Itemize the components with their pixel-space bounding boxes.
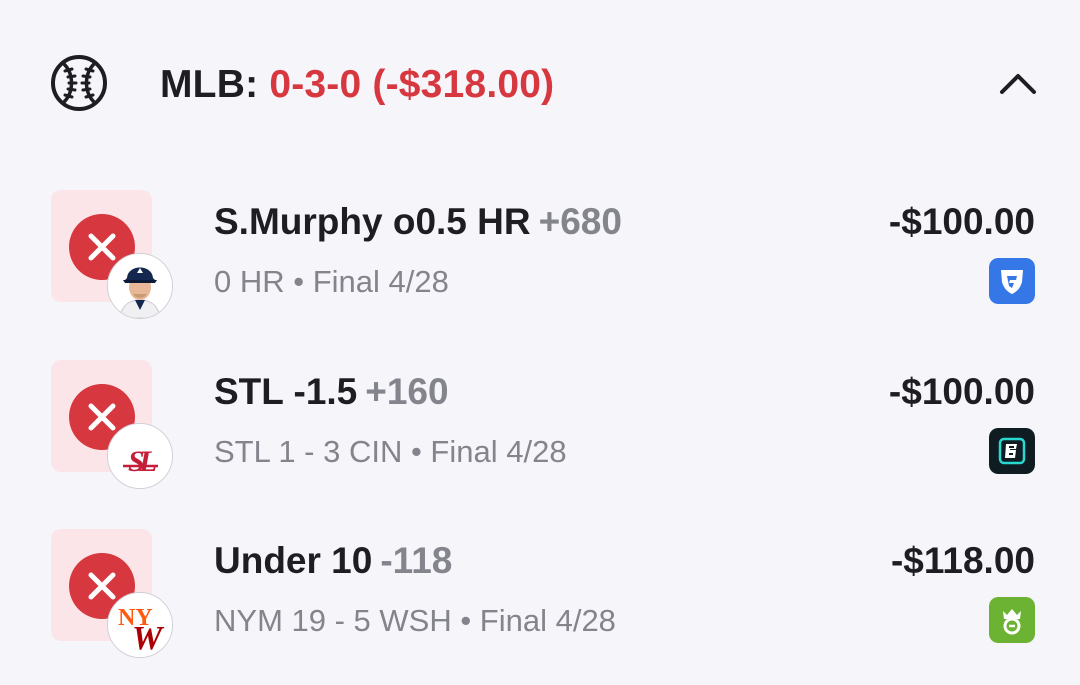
bet-odds: +160 <box>365 371 449 412</box>
bet-odds: -118 <box>380 540 453 581</box>
svg-text:W: W <box>132 620 165 657</box>
league-summary: MLB: 0-3-0 (-$318.00) <box>160 62 554 108</box>
bet-title: STL -1.5 +160 <box>214 370 449 414</box>
bet-selection: S.Murphy o0.5 HR <box>214 201 531 242</box>
bet-selection: Under 10 <box>214 540 373 581</box>
bet-row[interactable]: S.Murphy o0.5 HR +680 0 HR • Final 4/28 -… <box>0 190 1080 330</box>
bet-odds: +680 <box>538 201 622 242</box>
player-headshot-avatar <box>107 253 173 319</box>
bet-row[interactable]: NY W Under 10 -118 NYM 19 - 5 WSH • Final… <box>0 529 1080 669</box>
bet-result: STL 1 - 3 CIN • Final 4/28 <box>214 434 567 469</box>
league-label: MLB: <box>160 63 259 106</box>
svg-text:L: L <box>138 445 157 478</box>
cardinals-logo-icon: S L <box>107 423 173 489</box>
draftkings-logo-icon <box>989 597 1035 643</box>
bet-title: Under 10 -118 <box>214 539 452 583</box>
bet-result: 0 HR • Final 4/28 <box>214 264 449 299</box>
bet-amount: -$118.00 <box>890 540 1035 581</box>
fanduel-logo-icon <box>989 258 1035 304</box>
bet-title: S.Murphy o0.5 HR +680 <box>214 200 622 244</box>
chevron-up-icon[interactable] <box>994 64 1042 104</box>
bet-row[interactable]: S L STL -1.5 +160 STL 1 - 3 CIN • Final 4… <box>0 360 1080 500</box>
baseball-icon <box>50 54 108 112</box>
bet-amount: -$100.00 <box>888 201 1035 242</box>
bet-result: NYM 19 - 5 WSH • Final 4/28 <box>214 603 616 638</box>
mets-nationals-logo-icon: NY W <box>107 592 173 658</box>
league-record: 0-3-0 (-$318.00) <box>269 63 555 106</box>
bet-selection: STL -1.5 <box>214 371 358 412</box>
league-section-header[interactable]: MLB: 0-3-0 (-$318.00) <box>0 0 1080 168</box>
bet-amount: -$100.00 <box>888 371 1035 412</box>
espnbet-logo-icon <box>989 428 1035 474</box>
